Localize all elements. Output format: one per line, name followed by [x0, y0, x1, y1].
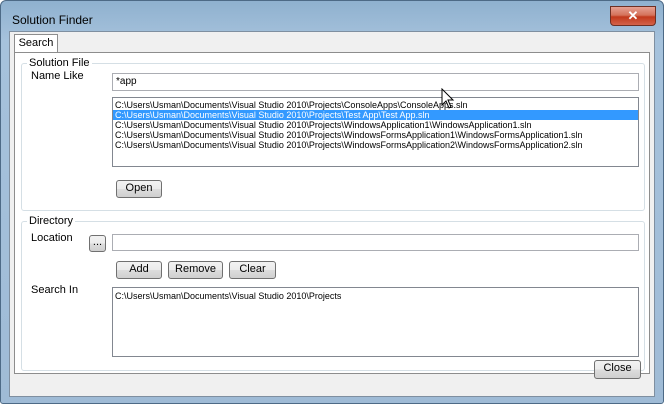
remove-button[interactable]: Remove	[168, 261, 223, 279]
results-container: C:\Users\Usman\Documents\Visual Studio 2…	[113, 98, 638, 150]
solution-result-item[interactable]: C:\Users\Usman\Documents\Visual Studio 2…	[113, 120, 638, 130]
mouse-pointer-icon	[441, 88, 455, 109]
close-button[interactable]: Close	[594, 360, 641, 379]
location-input[interactable]	[112, 234, 639, 251]
search-in-label: Search In	[31, 284, 79, 296]
search-in-list[interactable]: C:\Users\Usman\Documents\Visual Studio 2…	[112, 287, 639, 357]
search-tab-page: Solution File Name Like *app C:\Users\Us…	[14, 52, 650, 374]
window-title: Solution Finder	[12, 13, 93, 27]
directory-group: Directory Location ... Add Remove Clear …	[21, 215, 645, 371]
name-like-input[interactable]: *app	[112, 73, 639, 91]
solution-result-item[interactable]: C:\Users\Usman\Documents\Visual Studio 2…	[113, 100, 638, 110]
name-like-label: Name Like	[31, 70, 84, 82]
add-button[interactable]: Add	[116, 261, 162, 279]
location-label: Location	[31, 232, 73, 244]
solution-results-list[interactable]: C:\Users\Usman\Documents\Visual Studio 2…	[112, 97, 639, 167]
search-in-item[interactable]: C:\Users\Usman\Documents\Visual Studio 2…	[113, 291, 638, 301]
open-button[interactable]: Open	[116, 180, 162, 198]
browse-button[interactable]: ...	[89, 235, 106, 252]
client-area: Search Solution File Name Like *app C:\U…	[9, 31, 655, 397]
tab-search[interactable]: Search	[14, 34, 58, 53]
directory-group-title: Directory	[27, 215, 76, 228]
solution-file-group-title: Solution File	[27, 57, 92, 70]
clear-button[interactable]: Clear	[229, 261, 276, 279]
solution-finder-window: Solution Finder ✕ Search Solution File N…	[0, 0, 664, 404]
solution-result-item[interactable]: C:\Users\Usman\Documents\Visual Studio 2…	[113, 140, 638, 150]
solution-result-item[interactable]: C:\Users\Usman\Documents\Visual Studio 2…	[113, 110, 638, 120]
solution-file-group: Solution File Name Like *app C:\Users\Us…	[21, 57, 645, 211]
solution-result-item[interactable]: C:\Users\Usman\Documents\Visual Studio 2…	[113, 130, 638, 140]
title-bar[interactable]: Solution Finder ✕	[1, 1, 663, 31]
window-close-button[interactable]: ✕	[610, 6, 656, 26]
